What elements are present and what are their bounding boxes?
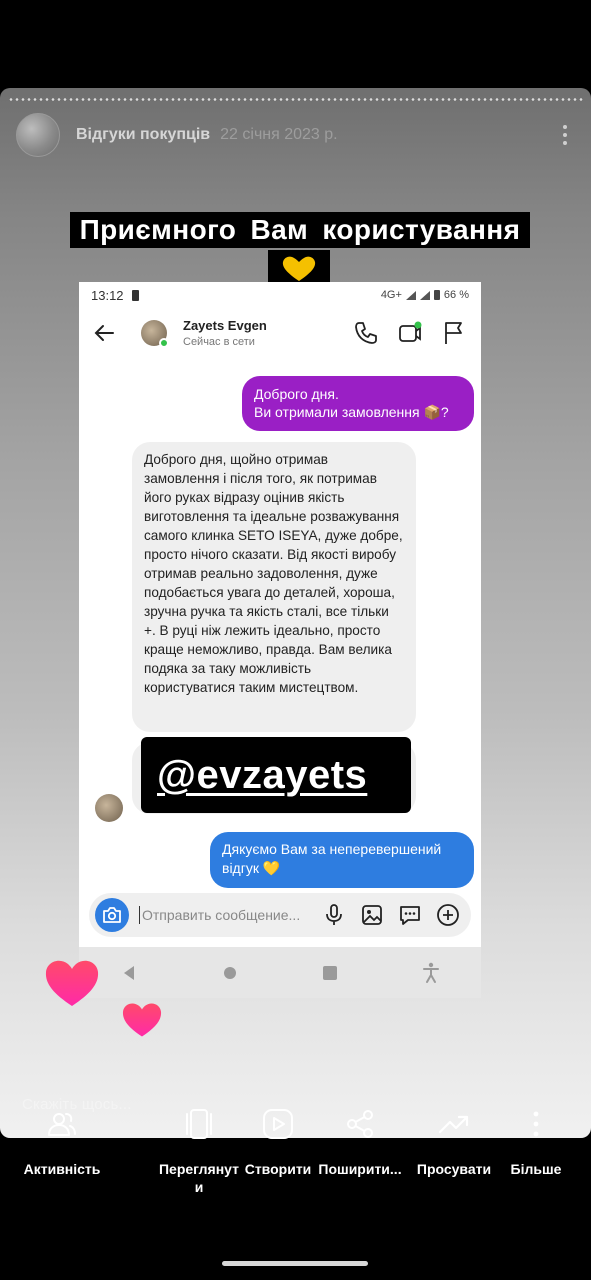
share-icon [340, 1104, 380, 1144]
chat-header: Zayets Evgen Сейчас в сети [79, 308, 481, 358]
mention-text: @evzayets [157, 752, 368, 797]
camera-icon[interactable] [95, 898, 129, 932]
story-date: 22 січня 2023 р. [220, 126, 338, 143]
battery-icon [433, 290, 440, 300]
share-button[interactable]: Поширити... [314, 1104, 406, 1178]
add-plus-icon[interactable] [435, 902, 461, 928]
story-actions-bar: Активність Переглянут и Створити Поширит… [0, 1104, 591, 1204]
promote-trend-icon [434, 1104, 474, 1144]
signal-icon-2 [419, 290, 430, 300]
microphone-icon[interactable] [321, 902, 347, 928]
home-indicator[interactable] [222, 1261, 368, 1266]
more-button[interactable]: Більше [500, 1104, 572, 1178]
contact-status: Сейчас в сети [183, 336, 255, 348]
status-time: 13:12 [91, 287, 124, 303]
signal-icon [405, 290, 416, 300]
message-input[interactable]: Отправить сообщение... [139, 906, 321, 924]
outgoing-message-2: Дякуємо Вам за неперевершений відгук 💛 [210, 832, 474, 888]
phone-status-bar: 13:12 4G+ 66 % [79, 282, 481, 308]
more-vertical-icon [516, 1104, 556, 1144]
contact-avatar[interactable] [141, 320, 169, 348]
mention-sticker[interactable]: @evzayets [141, 737, 411, 813]
video-call-icon[interactable] [397, 320, 423, 346]
network-label: 4G+ [380, 289, 402, 301]
activity-label: Активність [23, 1161, 101, 1177]
contact-name[interactable]: Zayets Evgen [183, 318, 267, 333]
activity-people-icon [42, 1104, 82, 1144]
online-indicator [159, 338, 169, 348]
account-name[interactable]: Відгуки покупців [76, 126, 210, 144]
android-nav-bar [79, 947, 481, 998]
overlay-title: Приємного Вам користування [70, 212, 530, 248]
promote-button[interactable]: Просувати [410, 1104, 498, 1178]
phone-call-icon[interactable] [353, 320, 379, 346]
create-label: Створити [244, 1161, 312, 1177]
gallery-icon[interactable] [359, 902, 385, 928]
story-screen: Відгуки покупців 22 січня 2023 р. Приємн… [0, 0, 591, 1280]
account-avatar[interactable] [16, 113, 60, 157]
chat-screenshot: 13:12 4G+ 66 % Zayets Evgen Сейчас в сет… [79, 282, 481, 998]
sticker-chat-icon[interactable] [397, 902, 423, 928]
activity-button[interactable]: Активність [14, 1104, 110, 1178]
viewers-button[interactable]: Переглянут и [154, 1104, 244, 1196]
battery-level: 66 % [443, 289, 469, 301]
nav-back-icon[interactable] [117, 961, 141, 985]
accessibility-icon[interactable] [419, 961, 443, 985]
viewers-label: Переглянут и [158, 1161, 239, 1195]
floating-heart-icon [45, 960, 99, 1006]
share-label: Поширити... [318, 1161, 402, 1177]
story-progress-bar [8, 98, 583, 101]
message-composer[interactable]: Отправить сообщение... [89, 893, 471, 937]
nav-home-icon[interactable] [218, 961, 242, 985]
view-cards-icon [179, 1104, 219, 1144]
create-video-icon [258, 1104, 298, 1144]
create-button[interactable]: Створити [238, 1104, 318, 1178]
back-arrow-icon[interactable] [93, 321, 117, 345]
incoming-message-1: Доброго дня, щойно отримав замовлення і … [132, 442, 416, 732]
contact-small-avatar [95, 794, 123, 822]
report-flag-icon[interactable] [441, 320, 467, 346]
floating-heart-icon-small [122, 1003, 162, 1037]
promote-label: Просувати [416, 1161, 492, 1177]
outgoing-message-1: Доброго дня. Ви отримали замовлення 📦? [242, 376, 474, 431]
alert-icon [131, 289, 139, 301]
nav-recents-icon[interactable] [318, 961, 342, 985]
yellow-heart-icon [268, 250, 330, 286]
more-label: Більше [510, 1161, 562, 1177]
vertical-dots-icon[interactable] [555, 121, 575, 149]
story-header: Відгуки покупців 22 січня 2023 р. [16, 112, 575, 158]
